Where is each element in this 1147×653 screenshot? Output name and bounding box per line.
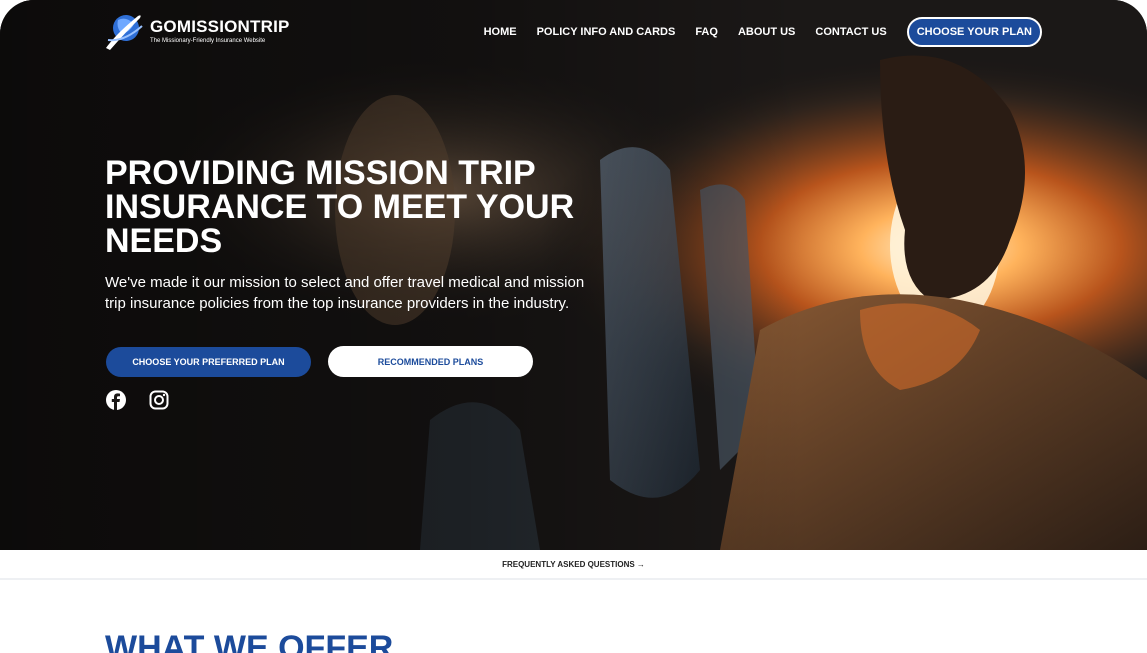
faq-link[interactable]: FREQUENTLY ASKED QUESTIONS → (502, 560, 645, 569)
hero-headline: PROVIDING MISSION TRIP INSURANCE TO MEET… (105, 154, 575, 260)
nav-home[interactable]: HOME (484, 26, 517, 38)
brand-logo[interactable]: GOMISSIONTRIP The Missionary-Friendly In… (104, 10, 290, 52)
brand-tagline: The Missionary-Friendly Insurance Websit… (150, 37, 266, 44)
main-navigation: HOME POLICY INFO AND CARDS FAQ ABOUT US … (484, 17, 1042, 47)
nav-about-us[interactable]: ABOUT US (738, 26, 795, 38)
nav-contact-us[interactable]: CONTACT US (815, 26, 886, 38)
nav-faq[interactable]: FAQ (695, 26, 718, 38)
instagram-icon[interactable] (149, 390, 169, 410)
recommended-plans-button[interactable]: RECOMMENDED PLANS (328, 346, 533, 377)
globe-logo-icon (106, 15, 143, 50)
choose-your-plan-button[interactable]: CHOOSE YOUR PLAN (906, 17, 1042, 47)
faq-bar: FREQUENTLY ASKED QUESTIONS → (0, 550, 1147, 580)
social-links (106, 390, 169, 410)
hero-description: We've made it our mission to select and … (105, 274, 585, 312)
nav-policy-info[interactable]: POLICY INFO AND CARDS (537, 26, 676, 38)
section-title: WHAT WE OFFER (105, 629, 394, 653)
facebook-icon[interactable] (106, 390, 126, 410)
choose-preferred-plan-button[interactable]: CHOOSE YOUR PREFERRED PLAN (106, 347, 311, 377)
brand-name: GOMISSIONTRIP (150, 16, 290, 36)
hero-section: GOMISSIONTRIP The Missionary-Friendly In… (0, 0, 1147, 550)
